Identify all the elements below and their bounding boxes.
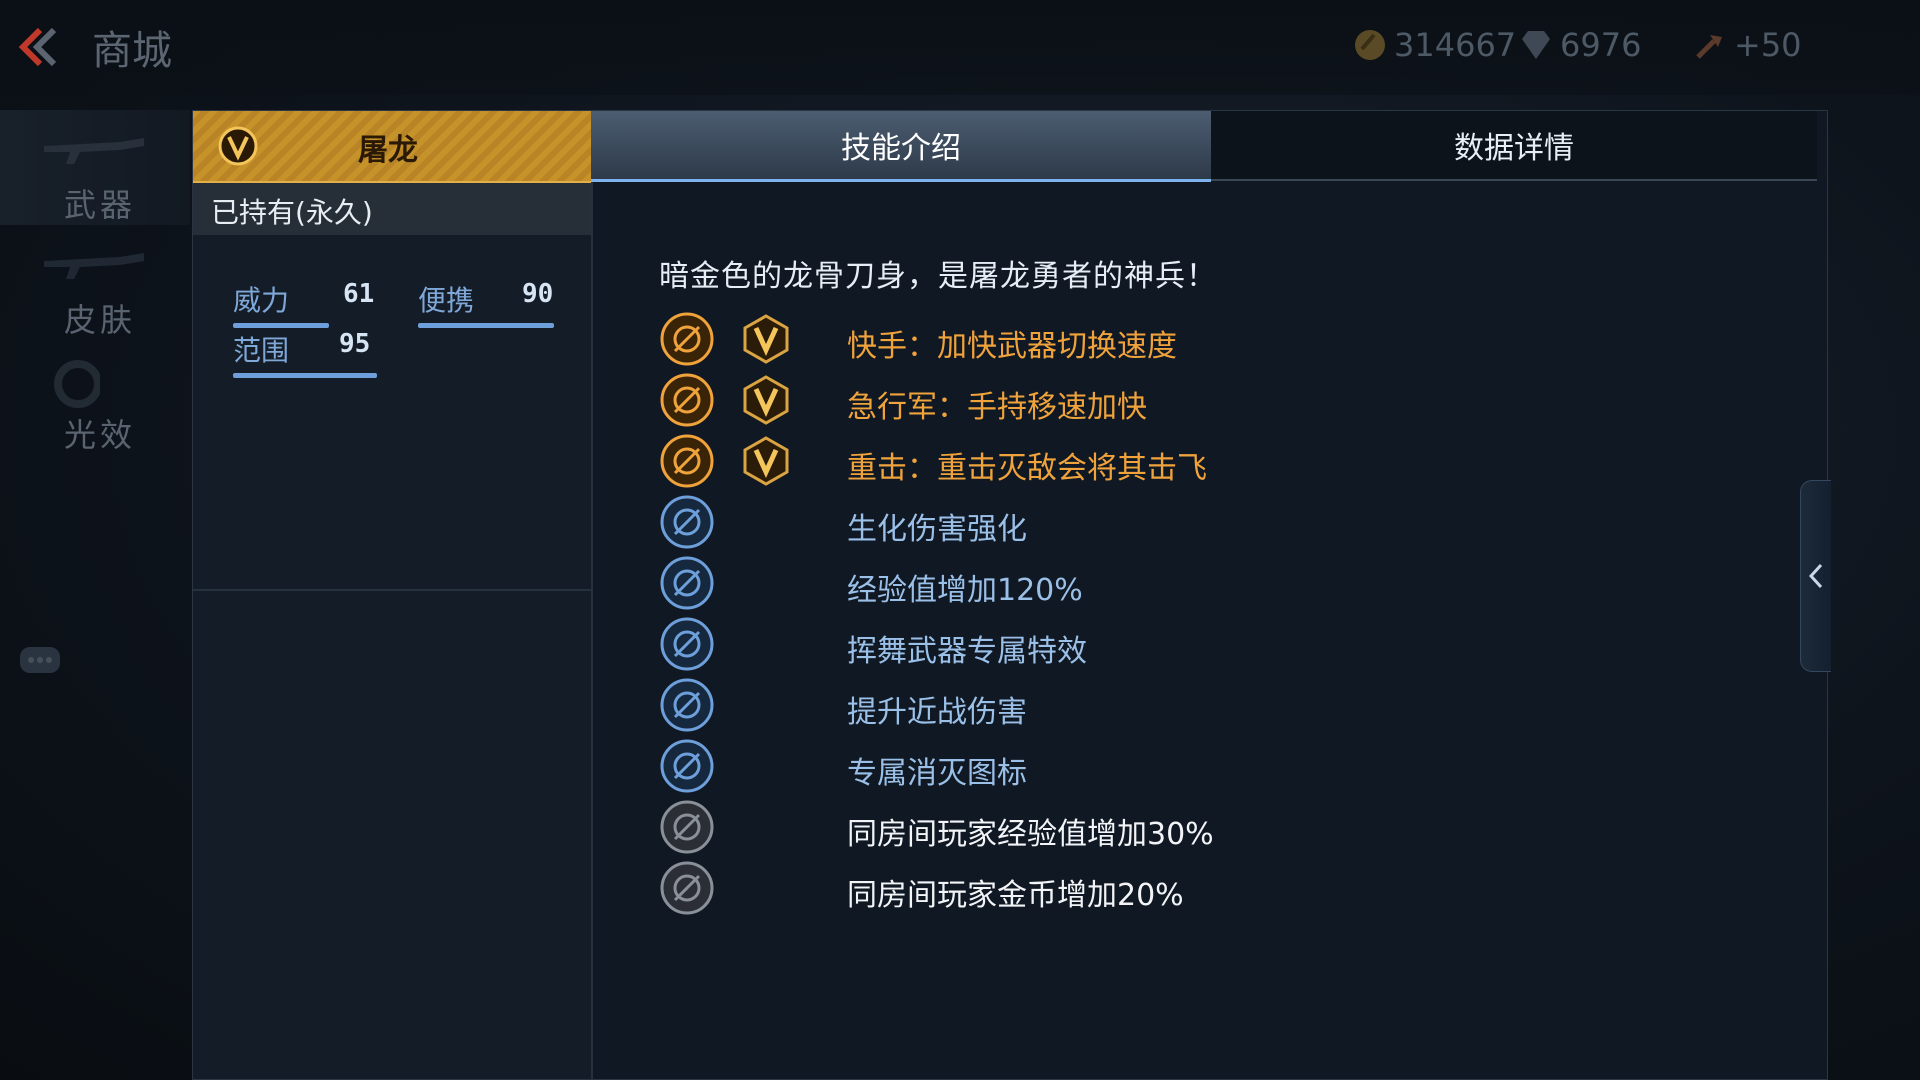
- skill-text: 专属消灭图标: [847, 756, 1027, 791]
- skill-row: 急行军：手持移速加快: [659, 372, 1559, 432]
- weapon-summary: 屠龙 已持有(永久) 威力 61 便携 90 范围 95: [193, 111, 593, 1079]
- skill-row: 同房间玩家金币增加20%: [659, 860, 1559, 920]
- stat-value: 61: [343, 279, 375, 309]
- ownership-status: 已持有(永久): [211, 196, 373, 229]
- vip-v-badge-icon: [218, 126, 258, 166]
- skill-text: 提升近战伤害: [847, 695, 1027, 730]
- nav-item-weapons[interactable]: 武器: [0, 110, 190, 225]
- heavy-strike-icon: [660, 434, 714, 488]
- top-bar: 商城 314667 6976 +50: [0, 0, 1920, 95]
- quick-switch-icon: [660, 312, 714, 366]
- stat-bar: [233, 323, 329, 328]
- gold-coin-value: 314667: [1394, 26, 1517, 64]
- gold-coin-counter: 314667: [1352, 26, 1516, 64]
- stat-bar: [233, 373, 377, 378]
- chevron-left-icon: [1808, 563, 1823, 589]
- vip-v-badge-icon: [743, 375, 789, 425]
- melee-damage-icon: [660, 678, 714, 732]
- stat-value: 95: [339, 329, 371, 359]
- back-arrow-icon[interactable]: [10, 22, 60, 72]
- tab-data-details[interactable]: 数据详情: [1211, 111, 1817, 181]
- weapon-name: 屠龙: [358, 133, 418, 168]
- hammer-counter: +50: [1692, 26, 1802, 64]
- diamond-counter: 6976: [1518, 26, 1641, 64]
- diamond-value: 6976: [1560, 26, 1642, 64]
- stat-label: 威力: [233, 284, 290, 317]
- room-exp-icon: [660, 800, 714, 854]
- vip-v-badge-icon: [743, 314, 789, 364]
- running-man-icon: [660, 373, 714, 427]
- skill-row: 挥舞武器专属特效: [659, 616, 1559, 676]
- biohazard-damage-icon: [660, 495, 714, 549]
- collapse-panel-button[interactable]: [1800, 480, 1831, 672]
- swing-effect-icon: [660, 617, 714, 671]
- stat-value: 90: [522, 279, 554, 309]
- skill-text: 生化伤害强化: [847, 512, 1027, 547]
- diamond-icon: [1522, 31, 1550, 59]
- category-nav: 武器 皮肤 光效: [0, 110, 190, 455]
- skill-row: 重击：重击灭敌会将其击飞: [659, 433, 1559, 493]
- stat-label: 便携: [418, 284, 475, 317]
- stat-bar: [418, 323, 554, 328]
- skill-text: 急行军：手持移速加快: [847, 390, 1147, 425]
- nav-item-skins[interactable]: 皮肤: [0, 225, 190, 340]
- weapon-name-bar: 屠龙: [193, 111, 591, 183]
- stat-power: 威力 61: [233, 279, 374, 328]
- hammer-icon: [1696, 35, 1722, 59]
- glow-effect-icon: [54, 360, 100, 408]
- skill-text: 同房间玩家经验值增加30%: [847, 817, 1214, 852]
- skill-row: 专属消灭图标: [659, 738, 1559, 798]
- stat-portability: 便携 90: [418, 279, 554, 328]
- vip-v-badge-icon: [743, 436, 789, 486]
- nav-item-label: 光效: [64, 416, 137, 454]
- skill-text: 同房间玩家金币增加20%: [847, 878, 1184, 913]
- skill-row: 生化伤害强化: [659, 494, 1559, 554]
- exp-boost-icon: [660, 556, 714, 610]
- rifle-icon: [44, 138, 144, 164]
- divider: [193, 589, 591, 591]
- skill-text: 挥舞武器专属特效: [847, 634, 1087, 669]
- page-title: 商城: [92, 28, 172, 74]
- stat-range: 范围 95: [233, 329, 377, 378]
- gold-coin-icon: [1355, 30, 1385, 60]
- hammer-value: +50: [1734, 26, 1802, 64]
- kill-icon-badge-icon: [660, 739, 714, 793]
- skill-row: 提升近战伤害: [659, 677, 1559, 737]
- nav-item-label: 皮肤: [64, 301, 137, 339]
- stat-label: 范围: [233, 334, 290, 367]
- skill-row: 经验值增加120%: [659, 555, 1559, 615]
- skin-rifle-icon: [44, 253, 144, 279]
- ownership-bar: 已持有(永久): [193, 183, 591, 235]
- skill-row: 同房间玩家经验值增加30%: [659, 799, 1559, 859]
- weapon-info-panel: 屠龙 已持有(永久) 威力 61 便携 90 范围 95 技能介绍 数据详情 暗…: [192, 110, 1828, 1080]
- skill-text: 重击：重击灭敌会将其击飞: [847, 451, 1207, 486]
- chat-bubble-icon[interactable]: [18, 645, 62, 681]
- skill-text: 经验值增加120%: [847, 573, 1083, 608]
- nav-item-label: 武器: [64, 186, 137, 224]
- room-gold-icon: [660, 861, 714, 915]
- detail-tabs: 技能介绍 数据详情: [591, 111, 1817, 182]
- skill-row: 快手：加快武器切换速度: [659, 311, 1559, 371]
- skill-text: 快手：加快武器切换速度: [847, 329, 1177, 364]
- weapon-description: 暗金色的龙骨刀身，是屠龙勇者的神兵！: [659, 259, 1217, 294]
- tab-skill-intro[interactable]: 技能介绍: [591, 111, 1211, 182]
- tab-label: 技能介绍: [841, 131, 961, 166]
- nav-item-effects[interactable]: 光效: [0, 340, 190, 455]
- tab-label: 数据详情: [1454, 131, 1574, 166]
